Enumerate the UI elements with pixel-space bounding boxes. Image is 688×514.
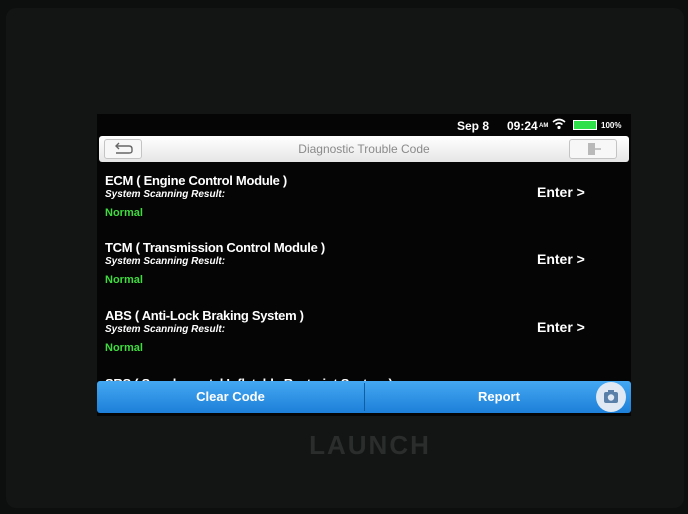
module-name: ABS ( Anti-Lock Braking System ) (105, 308, 304, 323)
scan-result-label: System Scanning Result: (105, 324, 226, 335)
scan-result-value: Normal (105, 342, 143, 354)
module-name: ECM ( Engine Control Module ) (105, 173, 287, 188)
status-ampm: AM (539, 123, 549, 129)
scan-result-value: Normal (105, 274, 143, 286)
clear-code-button[interactable]: Clear Code (97, 381, 364, 413)
enter-button[interactable]: Enter > (537, 251, 585, 267)
camera-icon (604, 390, 618, 403)
device-brand-logo: LAUNCH (309, 430, 431, 460)
wifi-icon (552, 118, 566, 130)
enter-button[interactable]: Enter > (537, 184, 585, 200)
battery-percent: 100% (601, 121, 622, 130)
status-bar: Sep 8 09:24 AM 100% (97, 114, 631, 136)
title-bar: Diagnostic Trouble Code (99, 136, 629, 162)
exit-button[interactable] (569, 139, 617, 159)
module-row-tcm[interactable]: TCM ( Transmission Control Module ) Syst… (105, 240, 625, 302)
screenshot-button[interactable] (596, 382, 626, 412)
device-screen: Sep 8 09:24 AM 100% Diagnostic Trouble C… (97, 114, 631, 416)
report-button[interactable]: Report (365, 381, 631, 413)
module-row-abs[interactable]: ABS ( Anti-Lock Braking System ) System … (105, 308, 625, 370)
module-name: TCM ( Transmission Control Module ) (105, 240, 325, 255)
bottom-action-bar: Clear Code Report (97, 381, 631, 413)
module-row-ecm[interactable]: ECM ( Engine Control Module ) System Sca… (105, 173, 625, 235)
scan-result-value: Normal (105, 207, 143, 219)
status-time: 09:24 (507, 119, 538, 133)
scan-result-label: System Scanning Result: (105, 189, 226, 200)
enter-button[interactable]: Enter > (537, 319, 585, 335)
exit-icon (588, 143, 601, 155)
page-title: Diagnostic Trouble Code (298, 142, 430, 156)
status-date: Sep 8 (457, 119, 490, 133)
battery-icon (573, 120, 597, 130)
scan-result-label: System Scanning Result: (105, 256, 226, 267)
